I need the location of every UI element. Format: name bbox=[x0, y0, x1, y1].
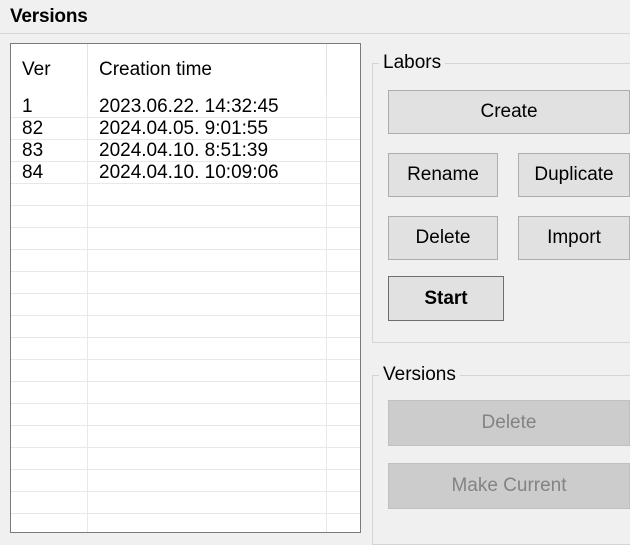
cell-filler bbox=[327, 118, 360, 139]
cell-creation-time bbox=[88, 360, 327, 381]
delete-labor-button[interactable]: Delete bbox=[388, 216, 498, 260]
cell-creation-time bbox=[88, 272, 327, 293]
cell-filler bbox=[327, 162, 360, 183]
cell-ver: 82 bbox=[11, 118, 88, 139]
column-header-creation-time[interactable]: Creation time bbox=[88, 44, 327, 96]
cell-filler bbox=[327, 140, 360, 161]
cell-filler bbox=[327, 272, 360, 293]
table-row[interactable]: 83 2024.04.10. 8:51:39 bbox=[11, 140, 360, 162]
start-button[interactable]: Start bbox=[388, 276, 504, 321]
create-button[interactable]: Create bbox=[388, 90, 630, 134]
cell-ver bbox=[11, 272, 88, 293]
cell-filler bbox=[327, 360, 360, 381]
import-button[interactable]: Import bbox=[518, 216, 630, 260]
cell-ver bbox=[11, 206, 88, 227]
cell-creation-time bbox=[88, 382, 327, 403]
cell-creation-time bbox=[88, 316, 327, 337]
labors-group-title: Labors bbox=[379, 52, 446, 74]
cell-creation-time bbox=[88, 492, 327, 513]
table-row[interactable] bbox=[11, 492, 360, 514]
table-row[interactable] bbox=[11, 360, 360, 382]
cell-filler bbox=[327, 206, 360, 227]
cell-ver bbox=[11, 250, 88, 271]
cell-filler bbox=[327, 404, 360, 425]
cell-creation-time bbox=[88, 338, 327, 359]
cell-creation-time: 2023.06.22. 14:32:45 bbox=[88, 96, 327, 117]
versions-header-title: Versions bbox=[10, 6, 88, 27]
table-row[interactable] bbox=[11, 250, 360, 272]
cell-ver: 84 bbox=[11, 162, 88, 183]
table-row[interactable]: 84 2024.04.10. 10:09:06 bbox=[11, 162, 360, 184]
column-header-filler bbox=[327, 44, 360, 96]
table-row[interactable]: 82 2024.04.05. 9:01:55 bbox=[11, 118, 360, 140]
make-current-button[interactable]: Make Current bbox=[388, 463, 630, 509]
cell-ver bbox=[11, 514, 88, 532]
table-row[interactable] bbox=[11, 448, 360, 470]
table-row[interactable] bbox=[11, 294, 360, 316]
cell-filler bbox=[327, 316, 360, 337]
cell-creation-time bbox=[88, 448, 327, 469]
delete-version-button[interactable]: Delete bbox=[388, 400, 630, 446]
cell-ver bbox=[11, 338, 88, 359]
cell-ver bbox=[11, 492, 88, 513]
cell-filler bbox=[327, 492, 360, 513]
table-row[interactable] bbox=[11, 272, 360, 294]
table-row[interactable] bbox=[11, 184, 360, 206]
rename-button[interactable]: Rename bbox=[388, 153, 498, 197]
cell-filler bbox=[327, 470, 360, 491]
cell-ver bbox=[11, 294, 88, 315]
table-row[interactable] bbox=[11, 470, 360, 492]
cell-creation-time bbox=[88, 228, 327, 249]
table-row[interactable] bbox=[11, 228, 360, 250]
cell-filler bbox=[327, 294, 360, 315]
list-header: Ver Creation time bbox=[11, 44, 360, 96]
table-row[interactable] bbox=[11, 514, 360, 532]
table-row[interactable]: 1 2023.06.22. 14:32:45 bbox=[11, 96, 360, 118]
cell-ver: 1 bbox=[11, 96, 88, 117]
cell-creation-time bbox=[88, 294, 327, 315]
cell-ver bbox=[11, 426, 88, 447]
cell-creation-time bbox=[88, 514, 327, 532]
cell-ver bbox=[11, 404, 88, 425]
cell-filler bbox=[327, 514, 360, 532]
cell-creation-time: 2024.04.05. 9:01:55 bbox=[88, 118, 327, 139]
cell-creation-time: 2024.04.10. 10:09:06 bbox=[88, 162, 327, 183]
cell-filler bbox=[327, 382, 360, 403]
duplicate-button[interactable]: Duplicate bbox=[518, 153, 630, 197]
cell-creation-time bbox=[88, 206, 327, 227]
table-row[interactable] bbox=[11, 426, 360, 448]
cell-ver bbox=[11, 316, 88, 337]
cell-ver bbox=[11, 382, 88, 403]
cell-filler bbox=[327, 96, 360, 117]
table-row[interactable] bbox=[11, 316, 360, 338]
cell-ver bbox=[11, 228, 88, 249]
cell-creation-time bbox=[88, 404, 327, 425]
cell-creation-time bbox=[88, 184, 327, 205]
cell-creation-time bbox=[88, 426, 327, 447]
cell-filler bbox=[327, 448, 360, 469]
cell-ver bbox=[11, 448, 88, 469]
versions-list[interactable]: Ver Creation time 1 2023.06.22. 14:32:45 8… bbox=[10, 43, 361, 533]
cell-ver: 83 bbox=[11, 140, 88, 161]
cell-creation-time bbox=[88, 470, 327, 491]
versions-group-title: Versions bbox=[379, 364, 460, 386]
cell-filler bbox=[327, 228, 360, 249]
table-row[interactable] bbox=[11, 338, 360, 360]
table-row[interactable] bbox=[11, 206, 360, 228]
cell-filler bbox=[327, 426, 360, 447]
cell-ver bbox=[11, 470, 88, 491]
cell-creation-time bbox=[88, 250, 327, 271]
list-rows: 1 2023.06.22. 14:32:45 82 2024.04.05. 9:01:… bbox=[11, 96, 360, 532]
cell-creation-time: 2024.04.10. 8:51:39 bbox=[88, 140, 327, 161]
cell-filler bbox=[327, 250, 360, 271]
cell-ver bbox=[11, 360, 88, 381]
cell-filler bbox=[327, 184, 360, 205]
table-row[interactable] bbox=[11, 382, 360, 404]
cell-filler bbox=[327, 338, 360, 359]
header-divider bbox=[0, 33, 630, 34]
table-row[interactable] bbox=[11, 404, 360, 426]
cell-ver bbox=[11, 184, 88, 205]
column-header-ver[interactable]: Ver bbox=[11, 44, 88, 96]
